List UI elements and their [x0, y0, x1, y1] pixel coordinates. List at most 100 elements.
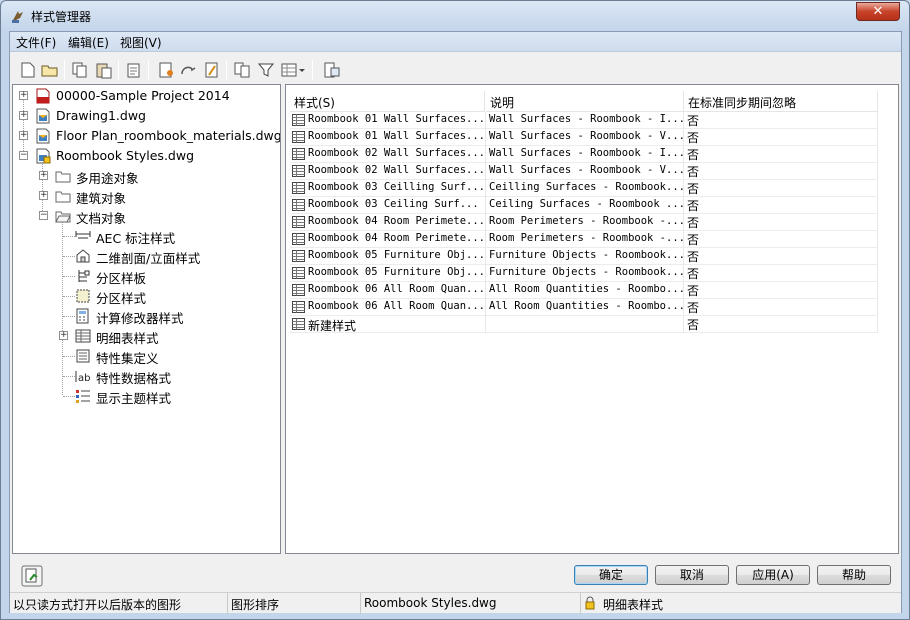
style-name: Roombook 04 Room Perimete...	[308, 232, 486, 244]
drawing-icon	[36, 108, 50, 124]
display-theme-icon	[76, 390, 90, 403]
expand-toggle[interactable]: +	[19, 91, 28, 100]
menu-edit[interactable]: 编辑(E)	[68, 34, 109, 51]
table-row[interactable]: Roombook 05 Furniture Obj... Furniture Ob…	[290, 265, 878, 282]
menu-bar: 文件(F) 编辑(E) 视图(V)	[10, 32, 901, 52]
table-row[interactable]: Roombook 06 All Room Quan... All Room Qua…	[290, 299, 878, 316]
style-name: 新建样式	[308, 319, 357, 333]
folder-open-icon	[55, 211, 71, 223]
ignore-sync-cell[interactable]: 否	[684, 129, 878, 146]
ignore-sync-cell[interactable]: 否	[684, 146, 878, 163]
schedule-table-icon	[292, 131, 305, 143]
style-name: Roombook 03 Ceiling Surf...	[308, 198, 479, 210]
tree-guide	[62, 215, 63, 395]
style-name: Roombook 04 Room Perimete...	[308, 215, 486, 227]
toggle-view-icon[interactable]	[322, 60, 342, 80]
purge-icon[interactable]	[124, 60, 144, 80]
rename-icon[interactable]	[202, 60, 222, 80]
ignore-sync-cell[interactable]: 否	[684, 265, 878, 282]
ignore-sync-cell[interactable]: 否	[684, 180, 878, 197]
expand-toggle[interactable]: +	[39, 191, 48, 200]
collapse-toggle[interactable]: −	[39, 211, 48, 220]
table-row[interactable]: Roombook 04 Room Perimete... Room Perimet…	[290, 214, 878, 231]
ignore-sync-cell[interactable]: 否	[684, 316, 878, 333]
menu-view[interactable]: 视图(V)	[120, 34, 162, 51]
description-cell: Wall Surfaces - Roombook - I...	[486, 112, 684, 129]
ignore-sync-cell[interactable]: 否	[684, 197, 878, 214]
column-header-description[interactable]: 说明	[486, 91, 684, 112]
ignore-sync-cell[interactable]: 否	[684, 163, 878, 180]
style-name-cell: Roombook 03 Ceilling Surf...	[290, 180, 486, 197]
ignore-sync-cell[interactable]: 否	[684, 112, 878, 129]
table-row[interactable]: Roombook 02 Wall Surfaces... Wall Surface…	[290, 146, 878, 163]
close-button[interactable]: ✕	[856, 2, 900, 21]
style-name-cell: Roombook 04 Room Perimete...	[290, 231, 486, 248]
ignore-sync-cell[interactable]: 否	[684, 231, 878, 248]
new-style-icon[interactable]	[156, 60, 176, 80]
column-header-style[interactable]: 样式(S)	[290, 91, 485, 112]
ignore-sync-cell[interactable]: 否	[684, 248, 878, 265]
style-name-cell: Roombook 06 All Room Quan...	[290, 299, 486, 316]
tree-guide	[42, 155, 43, 215]
apply-button[interactable]: 应用(A)	[736, 565, 810, 585]
cancel-button[interactable]: 取消	[655, 565, 729, 585]
zone-style-icon	[76, 289, 90, 303]
schedule-table-icon	[292, 148, 305, 160]
title-bar[interactable]: 样式管理器 ✕	[1, 1, 909, 31]
table-row[interactable]: Roombook 04 Room Perimete... Room Perimet…	[290, 231, 878, 248]
edit-style-icon[interactable]	[178, 60, 198, 80]
toolbar-separator	[312, 60, 313, 80]
description-cell: Room Perimeters - Roombook -...	[486, 214, 684, 231]
description-cell: All Room Quantities - Roombo...	[486, 282, 684, 299]
expand-toggle[interactable]: +	[19, 111, 28, 120]
menu-file[interactable]: 文件(F)	[16, 34, 56, 51]
paste-icon[interactable]	[94, 60, 114, 80]
toggle-view-icon[interactable]	[21, 565, 43, 587]
table-row[interactable]: Roombook 05 Furniture Obj... Furniture Ob…	[290, 248, 878, 265]
table-row[interactable]: Roombook 03 Ceiling Surf... Ceiling Surfa…	[290, 197, 878, 214]
expand-toggle[interactable]: +	[19, 131, 28, 140]
copy-icon[interactable]	[70, 60, 90, 80]
ignore-sync-cell[interactable]: 否	[684, 214, 878, 231]
column-header-ignore-sync[interactable]: 在标准同步期间忽略	[684, 91, 878, 112]
style-name: Roombook 05 Furniture Obj...	[308, 266, 486, 278]
table-row[interactable]: Roombook 03 Ceilling Surf... Ceilling Sur…	[290, 180, 878, 197]
ignore-sync-cell[interactable]: 否	[684, 282, 878, 299]
help-button[interactable]: 帮助	[817, 565, 891, 585]
status-drawing: Roombook Styles.dwg	[361, 593, 581, 614]
schedule-table-icon	[292, 301, 305, 313]
schedule-table-icon	[292, 284, 305, 296]
view-mode-icon[interactable]	[280, 60, 306, 80]
sort-icon[interactable]	[232, 60, 252, 80]
table-row[interactable]: Roombook 02 Wall Surfaces... Wall Surface…	[290, 163, 878, 180]
style-tree[interactable]: + 00000-Sample Project 2014 + Drawing1.d…	[12, 84, 281, 554]
table-row[interactable]: Roombook 01 Wall Surfaces... Wall Surface…	[290, 129, 878, 146]
status-bar: 以只读方式打开以后版本的图形 图形排序 Roombook Styles.dwg …	[10, 592, 901, 614]
new-icon[interactable]	[18, 60, 38, 80]
schedule-table-icon	[292, 318, 305, 330]
window-title: 样式管理器	[31, 10, 92, 24]
table-row[interactable]: 新建样式 否	[290, 316, 878, 333]
description-cell	[486, 316, 684, 333]
style-name-cell: Roombook 05 Furniture Obj...	[290, 265, 486, 282]
description-cell: Wall Surfaces - Roombook - V...	[486, 163, 684, 180]
table-row[interactable]: Roombook 06 All Room Quan... All Room Qua…	[290, 282, 878, 299]
dimension-style-icon	[75, 231, 91, 239]
table-row[interactable]: Roombook 01 Wall Surfaces... Wall Surface…	[290, 112, 878, 129]
style-name: Roombook 06 All Room Quan...	[308, 300, 486, 312]
style-list[interactable]: 样式(S) 说明 在标准同步期间忽略 Roombook 01 Wall Surf…	[285, 84, 899, 554]
style-name-cell: Roombook 04 Room Perimete...	[290, 214, 486, 231]
expand-toggle[interactable]: +	[59, 331, 68, 340]
collapse-toggle[interactable]: −	[19, 151, 28, 160]
expand-toggle[interactable]: +	[39, 171, 48, 180]
ignore-sync-cell[interactable]: 否	[684, 299, 878, 316]
property-set-icon	[76, 349, 90, 363]
open-icon[interactable]	[40, 60, 60, 80]
tree-guide	[23, 95, 24, 155]
schedule-table-icon	[292, 250, 305, 262]
filter-icon[interactable]	[256, 60, 276, 80]
ok-button[interactable]: 确定	[574, 565, 648, 585]
bottom-bar: 确定 取消 应用(A) 帮助	[10, 557, 901, 591]
description-cell: Wall Surfaces - Roombook - I...	[486, 146, 684, 163]
folder-icon	[55, 191, 71, 203]
